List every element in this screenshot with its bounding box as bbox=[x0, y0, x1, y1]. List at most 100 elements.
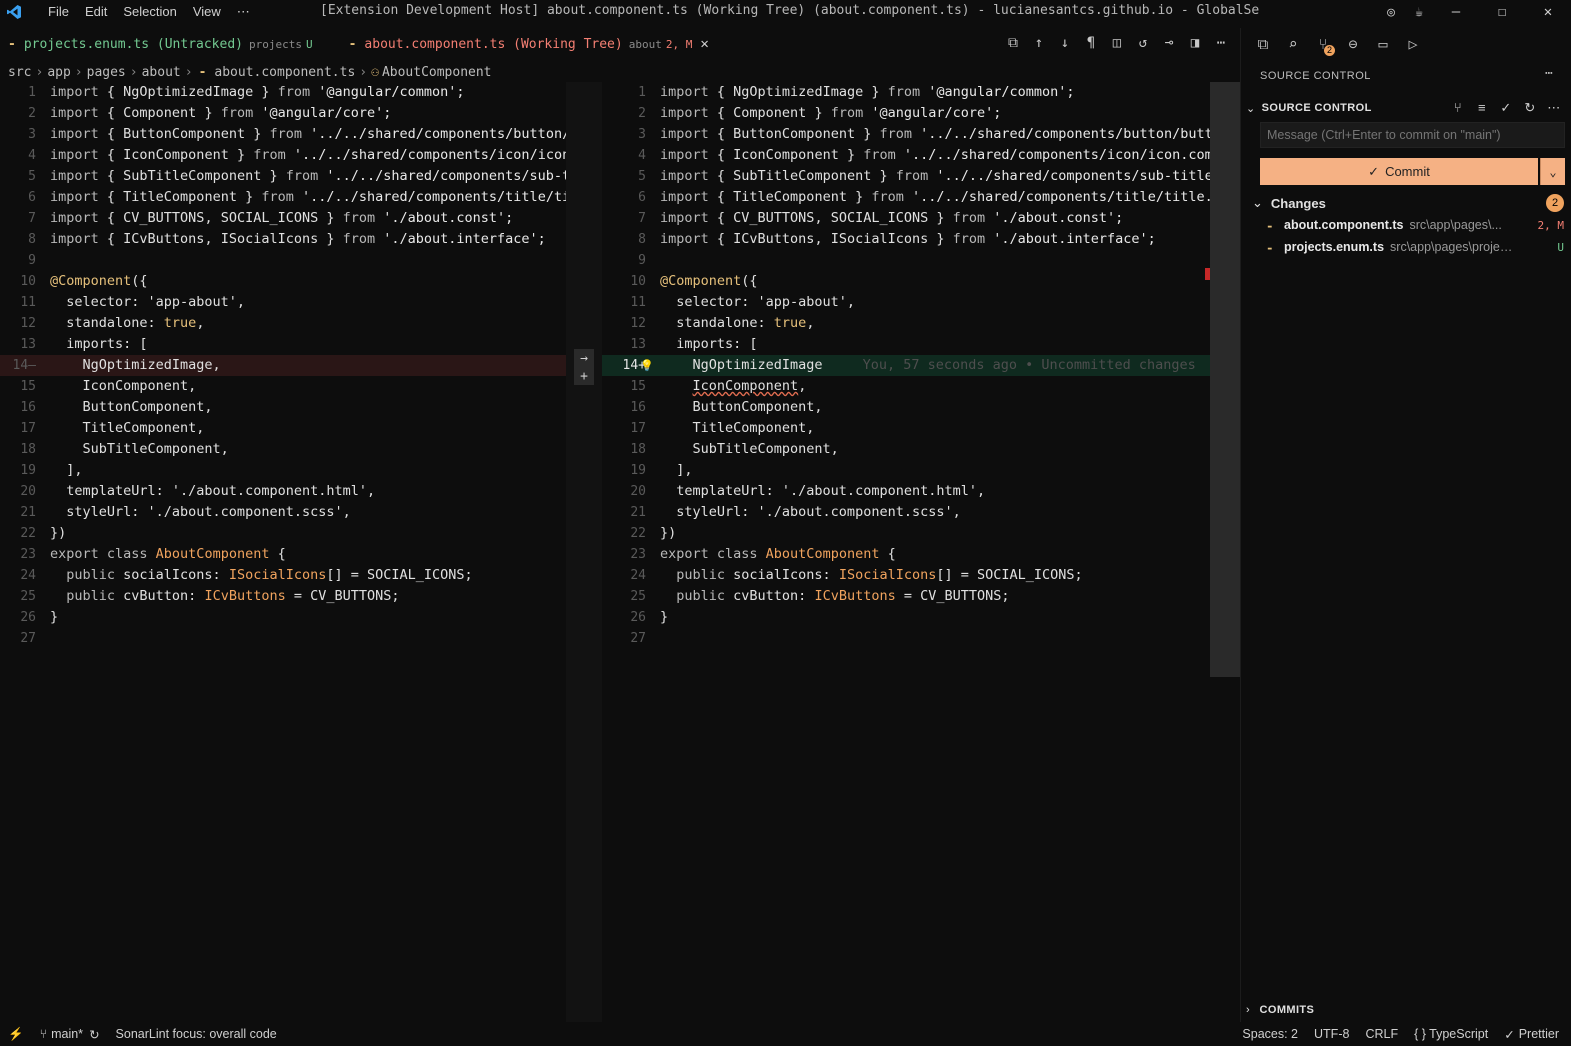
code-line[interactable]: 17 TitleComponent, bbox=[602, 418, 1210, 439]
previous-change-icon[interactable]: ↑ bbox=[1026, 30, 1052, 56]
encoding-status[interactable]: UTF-8 bbox=[1306, 1027, 1357, 1042]
code-line[interactable]: 16 ButtonComponent, bbox=[0, 397, 566, 418]
code-line[interactable]: 24 public socialIcons: ISocialIcons[] = … bbox=[602, 565, 1210, 586]
code-line[interactable]: 5 import { SubTitleComponent } from '../.… bbox=[602, 166, 1210, 187]
code-line[interactable]: 22}) bbox=[602, 523, 1210, 544]
code-line[interactable]: 27 bbox=[0, 628, 566, 649]
code-line[interactable]: 22}) bbox=[0, 523, 566, 544]
refresh-icon[interactable]: ↻ bbox=[1518, 100, 1542, 116]
code-line[interactable]: 9 bbox=[0, 250, 566, 271]
changes-group-header[interactable]: ⌄ Changes 2 bbox=[1252, 193, 1566, 213]
editor-original[interactable]: 1 import { NgOptimizedImage } from '@angu… bbox=[0, 82, 566, 1022]
breadcrumb-pages[interactable]: pages bbox=[87, 65, 126, 80]
change-item-projects[interactable]: - projects.enum.ts src\app\pages\proje… … bbox=[1266, 236, 1566, 258]
code-line[interactable]: 8 import { ICvButtons, ISocialIcons } fro… bbox=[602, 229, 1210, 250]
breadcrumb-file[interactable]: about.component.ts bbox=[214, 65, 355, 80]
stage-plus-icon[interactable]: + bbox=[574, 367, 594, 385]
code-line[interactable]: 26} bbox=[0, 607, 566, 628]
breadcrumb-about[interactable]: about bbox=[142, 65, 181, 80]
explorer-icon[interactable]: ⧉ bbox=[1248, 30, 1278, 58]
code-line[interactable]: 13 imports: [ bbox=[602, 334, 1210, 355]
list-view-icon[interactable]: ≡ bbox=[1470, 100, 1494, 116]
prettier-status[interactable]: ✓ Prettier bbox=[1496, 1027, 1567, 1042]
eol-status[interactable]: CRLF bbox=[1357, 1027, 1406, 1042]
code-line[interactable]: 11 selector: 'app-about', bbox=[602, 292, 1210, 313]
source-control-icon[interactable]: ⑂ 2 bbox=[1308, 30, 1338, 58]
code-line[interactable]: 27 bbox=[602, 628, 1210, 649]
code-line[interactable]: 25 public cvButton: ICvButtons = CV_BUTT… bbox=[0, 586, 566, 607]
code-line[interactable]: 10 @Component({ bbox=[0, 271, 566, 292]
menu-file[interactable]: File bbox=[40, 0, 77, 24]
search-icon[interactable]: ⌕ bbox=[1278, 30, 1308, 58]
code-line[interactable]: 4 import { IconComponent } from '../../sh… bbox=[0, 145, 566, 166]
code-line[interactable]: 12 standalone: true, bbox=[602, 313, 1210, 334]
more-icon[interactable]: ⋯ bbox=[1542, 100, 1566, 116]
breadcrumb-src[interactable]: src bbox=[8, 65, 31, 80]
code-line[interactable]: 14+ 💡 NgOptimizedImage You, 57 seconds ago… bbox=[602, 355, 1210, 376]
code-line[interactable]: 20 templateUrl: './about.component.html'… bbox=[602, 481, 1210, 502]
commit-button[interactable]: ✓ Commit bbox=[1260, 158, 1538, 185]
minimize-button[interactable]: — bbox=[1433, 0, 1479, 24]
git-commit-icon[interactable]: ⊸ bbox=[1156, 30, 1182, 56]
code-line[interactable]: 7 import { CV_BUTTONS, SOCIAL_ICONS } fro… bbox=[0, 208, 566, 229]
code-line[interactable]: 15 IconComponent, bbox=[602, 376, 1210, 397]
code-line[interactable]: 9 bbox=[602, 250, 1210, 271]
whitespace-icon[interactable]: ¶ bbox=[1078, 30, 1104, 56]
close-icon[interactable]: ✕ bbox=[700, 36, 708, 52]
code-line[interactable]: 3 import { ButtonComponent } from '../../… bbox=[0, 124, 566, 145]
close-window-button[interactable]: ✕ bbox=[1525, 0, 1571, 24]
code-line[interactable]: 5 import { SubTitleComponent } from '../.… bbox=[0, 166, 566, 187]
code-line[interactable]: 15 IconComponent, bbox=[0, 376, 566, 397]
maximize-button[interactable]: ☐ bbox=[1479, 0, 1525, 24]
breadcrumb-app[interactable]: app bbox=[47, 65, 70, 80]
code-line[interactable]: 19 ], bbox=[602, 460, 1210, 481]
revert-arrow-icon[interactable]: → bbox=[574, 349, 594, 367]
code-line[interactable]: 2 import { Component } from '@angular/cor… bbox=[0, 103, 566, 124]
tab-about-component[interactable]: - about.component.ts (Working Tree) abou… bbox=[340, 28, 717, 60]
change-item-about[interactable]: - about.component.ts src\app\pages\... 2… bbox=[1266, 214, 1566, 236]
code-line[interactable]: 24 public socialIcons: ISocialIcons[] = … bbox=[0, 565, 566, 586]
scm-section-header[interactable]: ⌄ SOURCE CONTROL ⑂ ≡ ✓ ↻ ⋯ bbox=[1246, 98, 1566, 118]
code-line[interactable]: 18 SubTitleComponent, bbox=[602, 439, 1210, 460]
code-line[interactable]: 19 ], bbox=[0, 460, 566, 481]
coffee-icon[interactable]: ☕ bbox=[1405, 0, 1433, 24]
lightbulb-icon[interactable]: 💡 bbox=[640, 355, 654, 376]
menu-selection[interactable]: Selection bbox=[115, 0, 184, 24]
remote-icon[interactable]: ⊖ bbox=[1338, 30, 1368, 58]
remote-indicator-icon[interactable]: ⚡ bbox=[0, 1027, 32, 1042]
menu-edit[interactable]: Edit bbox=[77, 0, 115, 24]
account-icon[interactable]: ◎ bbox=[1377, 0, 1405, 24]
code-line[interactable]: 18 SubTitleComponent, bbox=[0, 439, 566, 460]
code-line[interactable]: 8 import { ICvButtons, ISocialIcons } fro… bbox=[0, 229, 566, 250]
code-line[interactable]: 12 standalone: true, bbox=[0, 313, 566, 334]
code-line[interactable]: 2 import { Component } from '@angular/cor… bbox=[602, 103, 1210, 124]
menu-view[interactable]: View bbox=[185, 0, 229, 24]
revert-icon[interactable]: ↺ bbox=[1130, 30, 1156, 56]
branch-status[interactable]: ⑂ main* ↻ bbox=[32, 1027, 108, 1042]
code-line[interactable]: 1 import { NgOptimizedImage } from '@angu… bbox=[602, 82, 1210, 103]
commit-message-input[interactable] bbox=[1260, 122, 1565, 148]
tab-projects-enum[interactable]: - projects.enum.ts (Untracked) projects … bbox=[0, 28, 321, 60]
more-icon[interactable]: ⋯ bbox=[1545, 66, 1553, 81]
breadcrumb-symbol[interactable]: AboutComponent bbox=[382, 65, 492, 80]
code-line[interactable]: 1 import { NgOptimizedImage } from '@angu… bbox=[0, 82, 566, 103]
editor-scrollbar[interactable] bbox=[1210, 82, 1240, 677]
code-line[interactable]: 6 import { TitleComponent } from '../../s… bbox=[602, 187, 1210, 208]
code-line[interactable]: 26} bbox=[602, 607, 1210, 628]
open-file-icon[interactable]: ⧉ bbox=[1000, 30, 1026, 56]
map-icon[interactable]: ◫ bbox=[1104, 30, 1130, 56]
run-debug-icon[interactable]: ▷ bbox=[1398, 30, 1428, 58]
editor-modified[interactable]: 1 import { NgOptimizedImage } from '@angu… bbox=[602, 82, 1210, 1022]
code-line[interactable]: 3 import { ButtonComponent } from '../../… bbox=[602, 124, 1210, 145]
code-line[interactable]: 16 ButtonComponent, bbox=[602, 397, 1210, 418]
indentation-status[interactable]: Spaces: 2 bbox=[1234, 1027, 1306, 1042]
code-line[interactable]: 23 export class AboutComponent { bbox=[0, 544, 566, 565]
code-line[interactable]: 7 import { CV_BUTTONS, SOCIAL_ICONS } fro… bbox=[602, 208, 1210, 229]
code-line[interactable]: 10 @Component({ bbox=[602, 271, 1210, 292]
code-line[interactable]: 21 styleUrl: './about.component.scss', bbox=[602, 502, 1210, 523]
code-line[interactable]: 17 TitleComponent, bbox=[0, 418, 566, 439]
code-line[interactable]: 6 import { TitleComponent } from '../../s… bbox=[0, 187, 566, 208]
split-editor-icon[interactable]: ◨ bbox=[1182, 30, 1208, 56]
code-line[interactable]: 4 import { IconComponent } from '../../sh… bbox=[602, 145, 1210, 166]
menu-more[interactable]: ⋯ bbox=[229, 0, 258, 24]
